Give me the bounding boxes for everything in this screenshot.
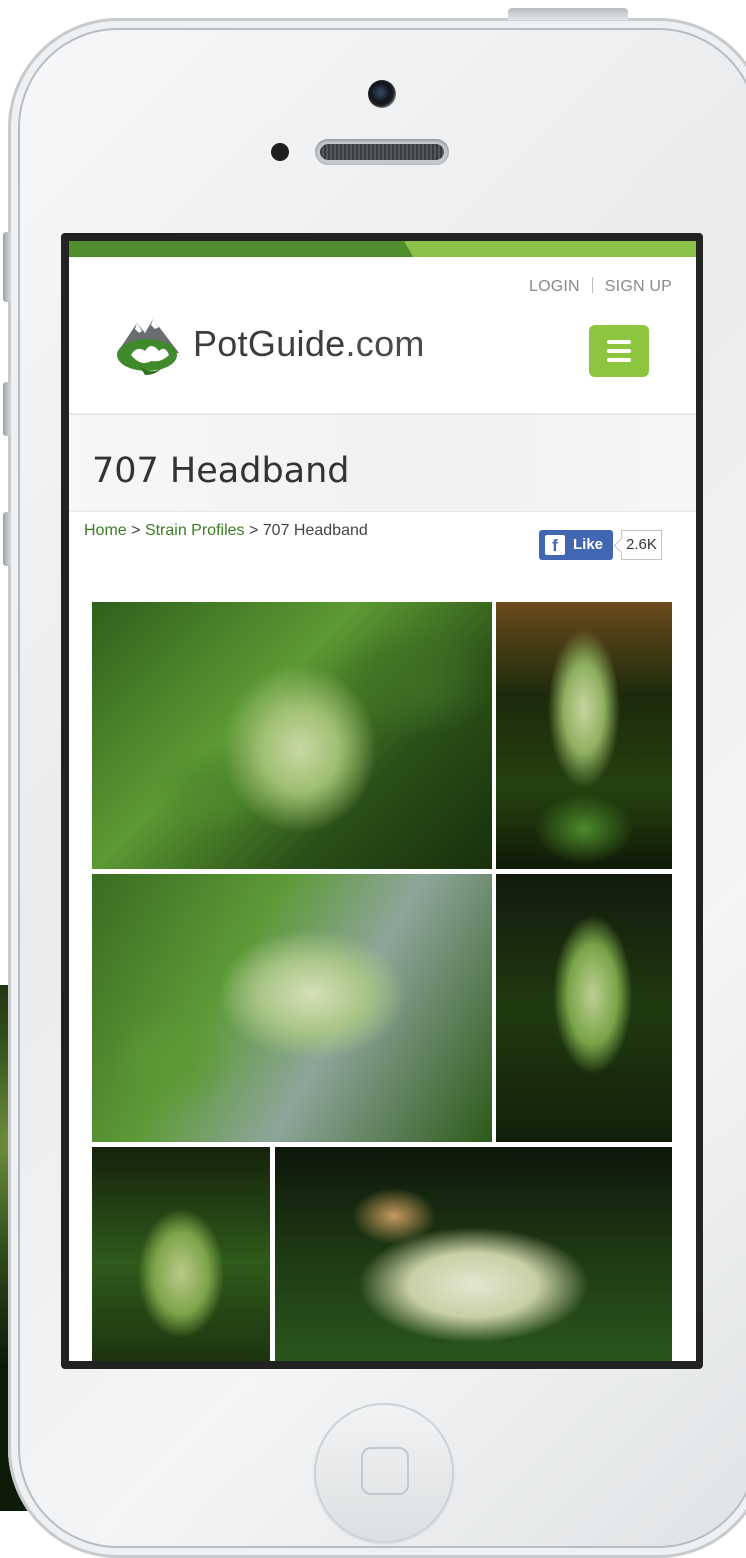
site-logo[interactable]: PotGuide.com	[109, 309, 425, 379]
home-button[interactable]	[314, 1403, 454, 1543]
breadcrumb-home[interactable]: Home	[84, 522, 127, 539]
gallery-photo[interactable]	[496, 874, 672, 1142]
breadcrumb: Home > Strain Profiles > 707 Headband	[84, 522, 368, 540]
gallery-photo[interactable]	[275, 1147, 672, 1361]
facebook-like-widget: f Like 2.6K	[539, 530, 662, 560]
gallery-photo[interactable]	[496, 602, 672, 869]
login-link[interactable]: LOGIN	[529, 278, 580, 295]
gallery-photo[interactable]	[92, 874, 492, 1142]
gallery-photo[interactable]	[92, 1147, 270, 1361]
volume-up-button	[3, 382, 11, 436]
hamburger-menu-icon	[607, 340, 631, 344]
facebook-f-icon: f	[545, 535, 565, 555]
facebook-like-label: Like	[573, 536, 604, 553]
top-accent-bar	[69, 241, 696, 257]
site-header: LOGIN SIGN UP PotGuide.com	[69, 257, 696, 415]
mute-switch	[3, 232, 11, 302]
volume-down-button	[3, 512, 11, 566]
breadcrumb-current: 707 Headband	[262, 522, 368, 539]
auth-links: LOGIN SIGN UP	[529, 277, 672, 296]
hamburger-menu-button[interactable]	[589, 325, 649, 377]
front-camera	[368, 80, 396, 108]
power-button	[508, 8, 628, 20]
auth-divider	[591, 277, 593, 293]
web-viewport: LOGIN SIGN UP PotGuide.com 707 Headband H…	[69, 241, 696, 1361]
page-title: 707 Headband	[92, 451, 350, 491]
earpiece-speaker	[315, 139, 449, 165]
proximity-sensor	[271, 143, 289, 161]
gallery-photo[interactable]	[92, 602, 492, 869]
facebook-like-count: 2.6K	[621, 530, 662, 560]
potguide-logo-icon	[117, 319, 179, 375]
facebook-like-button[interactable]: f Like	[539, 530, 614, 560]
breadcrumb-separator: >	[131, 522, 141, 539]
breadcrumb-strain-profiles[interactable]: Strain Profiles	[145, 522, 245, 539]
signup-link[interactable]: SIGN UP	[605, 278, 672, 295]
page-title-bar: 707 Headband	[69, 415, 696, 512]
logo-wordmark: PotGuide.com	[193, 323, 425, 364]
breadcrumb-separator: >	[248, 522, 259, 539]
